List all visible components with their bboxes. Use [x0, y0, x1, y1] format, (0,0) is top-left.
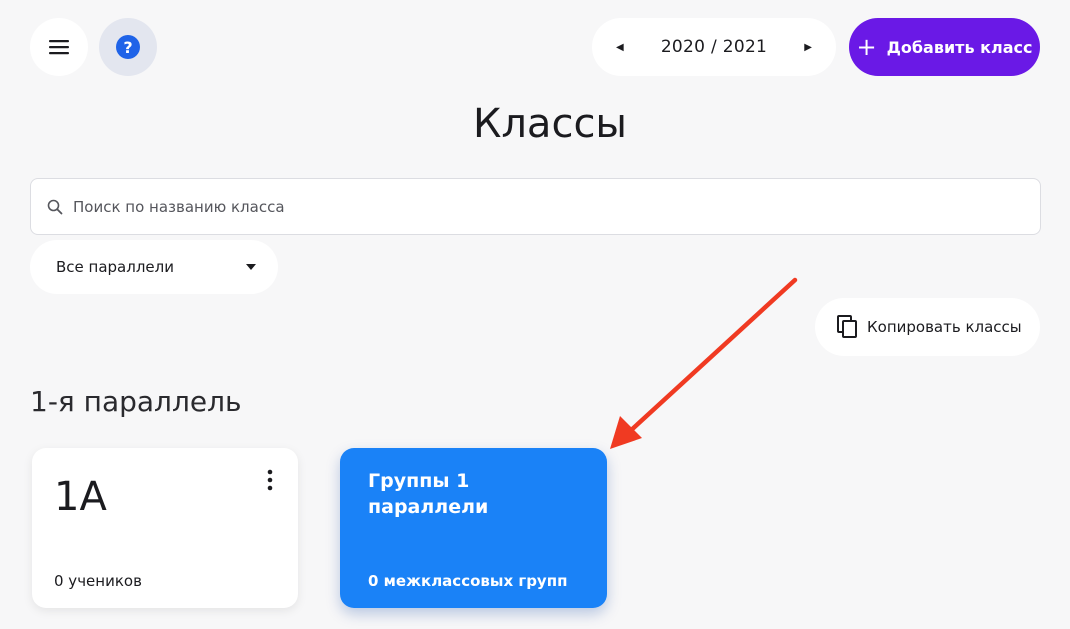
triangle-left-icon[interactable]: ◀: [616, 42, 624, 53]
filter-selected-value: Все параллели: [56, 258, 174, 276]
help-button[interactable]: ?: [99, 18, 157, 76]
copy-icon: [837, 315, 857, 338]
search-input[interactable]: [73, 197, 973, 216]
pointer-arrow: [610, 277, 798, 449]
parallel-section-title: 1-я параллель: [30, 385, 242, 418]
class-card-1a[interactable]: 1А 0 учеников: [32, 448, 298, 608]
classes-page: ? ◀ 2020 / 2021 ▶ + Добавить класс Класс…: [0, 0, 1070, 629]
plus-icon: +: [856, 33, 877, 61]
question-icon: ?: [116, 35, 140, 59]
search-bar: [30, 178, 1041, 235]
groups-card-title: Группы 1 параллели: [368, 470, 489, 518]
copy-classes-label: Копировать классы: [867, 318, 1022, 336]
parallel-filter-dropdown[interactable]: Все параллели: [30, 240, 278, 294]
triangle-right-icon[interactable]: ▶: [804, 42, 812, 53]
page-title: Классы: [472, 101, 628, 147]
copy-classes-button[interactable]: Копировать классы: [815, 298, 1040, 356]
menu-button[interactable]: [30, 18, 88, 76]
more-vertical-icon[interactable]: [260, 468, 280, 492]
class-name: 1А: [54, 474, 107, 520]
year-label: 2020 / 2021: [660, 37, 768, 57]
search-icon: [47, 199, 63, 214]
student-count: 0 учеников: [54, 572, 142, 590]
add-class-button[interactable]: + Добавить класс: [849, 18, 1040, 76]
parallel-groups-card[interactable]: Группы 1 параллели 0 межклассовых групп: [340, 448, 607, 608]
chevron-down-icon: [246, 264, 256, 270]
add-class-label: Добавить класс: [886, 37, 1033, 57]
groups-count: 0 межклассовых групп: [368, 572, 568, 590]
hamburger-icon: [49, 40, 69, 55]
year-switcher: ◀ 2020 / 2021 ▶: [592, 18, 836, 76]
